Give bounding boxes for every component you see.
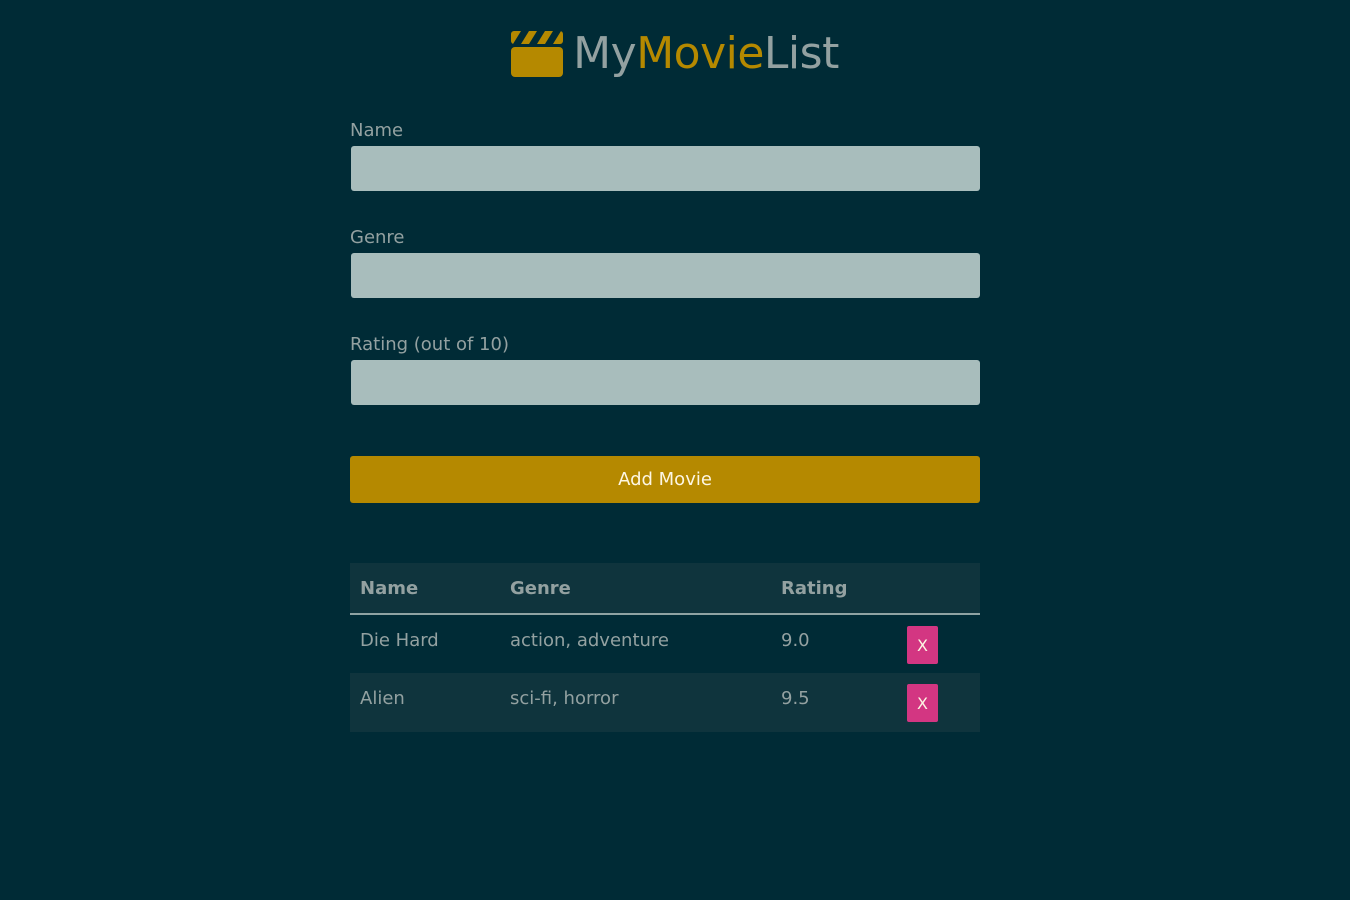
add-movie-button[interactable]: Add Movie	[350, 456, 980, 503]
movie-genre-cell: action, adventure	[500, 614, 771, 673]
column-header-rating: Rating	[771, 563, 897, 615]
clapperboard-icon	[511, 31, 564, 77]
movie-actions-cell: X	[897, 614, 980, 673]
delete-movie-button[interactable]: X	[907, 626, 938, 664]
add-movie-form: Name Genre Rating (out of 10)	[350, 118, 980, 405]
app-title-part-movie: Movie	[636, 28, 764, 79]
rating-label: Rating (out of 10)	[350, 334, 509, 355]
name-field-group: Name	[350, 118, 980, 191]
app-title-part-list: List	[763, 28, 839, 79]
header: MyMovieList	[0, 26, 1350, 82]
genre-label: Genre	[350, 227, 405, 248]
table-row: Alien sci-fi, horror 9.5 X	[350, 673, 980, 732]
movie-name-cell: Alien	[350, 673, 500, 732]
app-title: MyMovieList	[573, 26, 839, 82]
movie-rating-cell: 9.5	[771, 673, 897, 732]
movie-actions-cell: X	[897, 673, 980, 732]
page: MyMovieList Name Genre Rating (out of 10…	[0, 0, 1350, 900]
column-header-genre: Genre	[500, 563, 771, 615]
genre-field-group: Genre	[350, 225, 980, 298]
rating-input[interactable]	[351, 360, 980, 405]
movie-table: Name Genre Rating Die Hard action, adven…	[350, 563, 980, 732]
delete-movie-button[interactable]: X	[907, 684, 938, 722]
name-input[interactable]	[351, 146, 980, 191]
rating-field-group: Rating (out of 10)	[350, 332, 980, 405]
column-header-actions	[897, 563, 980, 615]
table-row: Die Hard action, adventure 9.0 X	[350, 614, 980, 673]
table-header-row: Name Genre Rating	[350, 563, 980, 615]
app-title-part-my: My	[573, 28, 637, 79]
column-header-name: Name	[350, 563, 500, 615]
genre-input[interactable]	[351, 253, 980, 298]
movie-name-cell: Die Hard	[350, 614, 500, 673]
movie-genre-cell: sci-fi, horror	[500, 673, 771, 732]
movie-rating-cell: 9.0	[771, 614, 897, 673]
name-label: Name	[350, 120, 404, 141]
